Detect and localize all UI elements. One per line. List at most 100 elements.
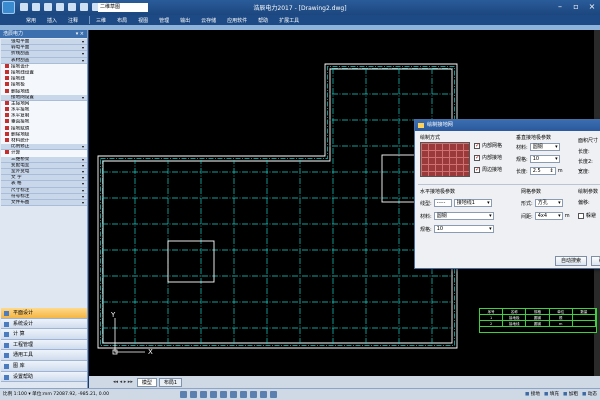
polar-icon[interactable] [210, 391, 217, 398]
nav-item[interactable]: 系统设计 [1, 318, 87, 330]
tree-category[interactable]: 文件布图 [1, 199, 87, 207]
minimize-button[interactable]: – [555, 2, 565, 12]
horiz-material-select[interactable]: 圆钢 [433, 212, 494, 220]
inner-ground-checkbox[interactable]: 内部接地 [474, 154, 502, 161]
tree-item-label: 折线刮盖 [11, 51, 30, 57]
vert-spec-select[interactable]: 10 [529, 155, 560, 163]
vert-material-field: 材料: 圆钢 [516, 143, 560, 151]
status-toggle-icons [180, 391, 277, 398]
table-header-cell: 序号 [480, 309, 504, 314]
side-panel: 浩辰电力 ▾ × 强电平面弱电平面折线刮盖表材刮盖接地设计接地线设置接地线接地极… [0, 30, 88, 388]
tree-item-label: 垂直接地 [11, 119, 30, 125]
command-icon [5, 131, 9, 136]
status-item[interactable]: 接地 [525, 389, 540, 400]
menu-insert[interactable]: 插入 [47, 17, 57, 24]
status-item[interactable]: 填充 [544, 389, 559, 400]
vertical-section-label: 垂直接地极参数 [516, 135, 552, 141]
grounding-grid [102, 68, 453, 344]
menu-3d[interactable]: 三维 [96, 17, 106, 24]
nav-item[interactable]: 图 库 [1, 360, 87, 372]
tree-item-label: 弱电平面 [11, 45, 30, 51]
status-coordinates: 单位:mm 72087.92, -985.21, 0.00 [32, 392, 110, 397]
status-scale: 比例 1:100 [3, 392, 27, 397]
draw-section-label: 绘制参数 [578, 189, 599, 195]
vert-material-select[interactable]: 圆钢 [529, 143, 560, 151]
table-header-cell: 规格 [526, 309, 550, 314]
menu-extend[interactable]: 扩展工具 [279, 17, 299, 24]
grid-icon[interactable] [190, 391, 197, 398]
menu-cloud[interactable]: 云存储 [201, 17, 216, 24]
status-item[interactable]: 加粗 [563, 389, 578, 400]
table-cell: 圆钢 [526, 321, 550, 326]
avoid-checkbox[interactable]: 躲避 [578, 212, 596, 219]
table-header-cell: 数量 [573, 309, 597, 314]
nav-item[interactable]: 工程管理 [1, 339, 87, 351]
ortho-icon[interactable] [200, 391, 207, 398]
line-type-label: 线型: [420, 200, 432, 207]
inner-grid-checkbox[interactable]: 内部网格 [474, 142, 502, 149]
nav-item[interactable]: 平面设计 [1, 308, 87, 319]
edge-ground-line [100, 66, 455, 346]
command-tree: 强电平面弱电平面折线刮盖表材刮盖接地设计接地线设置接地线接地极删接地线接地网设置… [1, 39, 87, 309]
menu-home[interactable]: 常用 [26, 17, 36, 24]
command-icon [5, 82, 9, 87]
nav-item[interactable]: 设置帮助 [1, 371, 87, 383]
maximize-button[interactable]: ▫ [571, 2, 581, 12]
menu-annotate[interactable]: 注释 [68, 17, 78, 24]
otrack-icon[interactable] [230, 391, 237, 398]
vert-length-input[interactable]: 2.5 [529, 167, 556, 175]
tab-layout1[interactable]: 布局1 [158, 377, 183, 387]
grid-spacing-field: 间距:4x4m [521, 212, 570, 220]
tree-item-label: 接地线 [11, 76, 25, 82]
command-icon [5, 76, 9, 81]
command-icon [5, 88, 9, 93]
horiz-spec-select[interactable]: 10 [433, 225, 494, 233]
snap-icon[interactable] [180, 391, 187, 398]
menu-apps[interactable]: 应用软件 [227, 17, 247, 24]
tree-item-label: 计算 [11, 150, 21, 156]
area-section-label: 面积尺寸 [578, 138, 599, 144]
inner-grid-label: 内部网格 [482, 143, 503, 149]
menu-manage[interactable]: 管理 [159, 17, 169, 24]
status-item[interactable]: 动态 [582, 389, 597, 400]
tree-item-label: 接地极 [11, 82, 25, 88]
tab-nav-arrows-icon[interactable]: ◂◂ ◂ ▸ ▸▸ [113, 379, 133, 385]
nav-item[interactable]: 通用工具 [1, 350, 87, 361]
line-type-select[interactable]: 接地线1 [453, 199, 492, 207]
horizontal-section-label: 水平接地极参数 [420, 189, 456, 195]
menu-layout[interactable]: 布局 [117, 17, 127, 24]
grid-form-label: 形式: [521, 200, 533, 207]
vert-spec-field: 规格: 10 [516, 155, 560, 163]
layout-tab-bar: ◂◂ ◂ ▸ ▸▸ 模型 布局1 [89, 376, 600, 388]
menu-view[interactable]: 视图 [138, 17, 148, 24]
ok-button[interactable]: 确定 [591, 256, 600, 266]
osnap-icon[interactable] [220, 391, 227, 398]
tree-item-label: 文 字 [11, 175, 22, 181]
title-bar: 二维草图 浩辰电力2017 - [Drawing2.dwg] – ▫ × [0, 0, 600, 15]
workspace-icon[interactable] [270, 391, 277, 398]
edge-ground-checkbox[interactable]: 周边接地 [474, 166, 502, 173]
close-button[interactable]: × [587, 2, 597, 12]
tree-item-label: 三维桥架 [11, 156, 30, 162]
menu-help[interactable]: 帮助 [258, 17, 268, 24]
auto-search-button[interactable]: 自动搜索 [555, 256, 587, 266]
model-icon[interactable] [250, 391, 257, 398]
grid-preview-swatch[interactable] [420, 142, 470, 177]
annotation-icon[interactable] [260, 391, 267, 398]
grid-spacing-select[interactable]: 4x4 [534, 212, 563, 220]
table-cell: 根 [550, 315, 573, 320]
inner-ground-label: 内部接地 [482, 155, 503, 161]
command-icon [5, 100, 9, 105]
dialog-title[interactable]: 绘制接地网 [415, 120, 600, 131]
lineweight-icon[interactable] [240, 391, 247, 398]
panel-pin-icon[interactable]: ▾ × [76, 30, 84, 38]
horiz-spec-label: 规格: [420, 226, 432, 233]
category-nav: 平面设计 系统设计计 算工程管理 通用工具图 库设置帮助 [1, 308, 87, 383]
nav-item[interactable]: 计 算 [1, 329, 87, 340]
menu-output[interactable]: 输出 [180, 17, 190, 24]
grid-form-select[interactable]: 方孔 [534, 199, 563, 207]
tab-model[interactable]: 模型 [136, 377, 157, 387]
material-table: 序号 名称 规格 单位 数量 1 接地极 圆钢 根 2 接地线 圆钢 m [479, 308, 597, 333]
line-type-field: 线型: -·-·- 接地线1 [420, 199, 492, 207]
tree-item-label: 比例修正 [11, 144, 30, 150]
